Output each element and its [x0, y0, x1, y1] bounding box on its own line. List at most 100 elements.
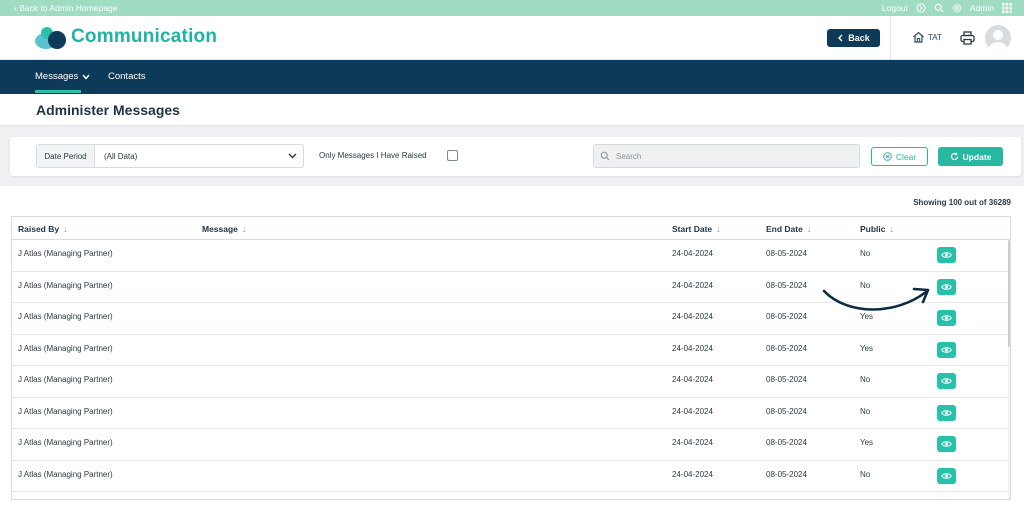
- view-message-button[interactable]: [937, 373, 956, 389]
- column-header-start-date[interactable]: Start Date ↓: [672, 224, 721, 234]
- chevron-left-icon: [838, 34, 843, 42]
- nav-item-contacts[interactable]: Contacts: [108, 71, 146, 82]
- top-bar: ‹ Back to Admin Homepage Logout Admin: [0, 0, 1024, 16]
- cell-public: Yes: [860, 343, 874, 353]
- view-message-button[interactable]: [937, 341, 956, 358]
- cell-start-date: 24-04-2024: [672, 375, 713, 384]
- top-bar-actions: Logout Admin: [882, 3, 1012, 13]
- table-row[interactable]: J Atlas (Managing Partner) 24-04-2024 08-0…: [12, 366, 1008, 398]
- page-title-bar: Administer Messages: [0, 94, 1024, 126]
- home-link[interactable]: TAT: [912, 31, 942, 43]
- eye-icon: [941, 409, 952, 416]
- logout-icon[interactable]: [916, 3, 926, 13]
- cell-raised-by: J Atlas (Managing Partner): [18, 312, 113, 321]
- sort-arrow-icon: ↓: [889, 224, 895, 234]
- cell-raised-by: J Atlas (Managing Partner): [18, 343, 113, 353]
- column-header-raised-by[interactable]: Raised By ↓: [18, 224, 68, 234]
- search-box[interactable]: [593, 144, 860, 168]
- app-header: Communication Back TAT: [0, 16, 1024, 60]
- table-row[interactable]: J Atlas (Managing Partner) 24-04-2024 08-0…: [12, 303, 1008, 335]
- printer-icon[interactable]: [960, 31, 975, 50]
- scrollbar-thumb[interactable]: [1008, 240, 1010, 347]
- cell-end-date: 08-05-2024: [766, 343, 807, 353]
- view-message-button[interactable]: [937, 467, 956, 484]
- nav-active-indicator: [35, 90, 81, 93]
- gear-icon[interactable]: [952, 3, 962, 13]
- table-row[interactable]: J Atlas (Managing Partner) 24-04-2024 08-0…: [12, 429, 1008, 461]
- clear-button-label: Clear: [895, 151, 917, 162]
- search-input[interactable]: [616, 151, 836, 161]
- update-button[interactable]: Update: [938, 147, 1003, 166]
- view-message-button[interactable]: [937, 499, 956, 500]
- cell-raised-by: J Atlas (Managing Partner): [18, 406, 113, 416]
- messages-table: Raised By ↓ Message ↓ Start Date ↓ End Date…: [11, 216, 1011, 500]
- filter-card: Date Period (All Data) Only Messages I H…: [10, 137, 1021, 176]
- view-message-button[interactable]: [937, 278, 956, 295]
- cell-end-date: 08-05-2024: [766, 280, 807, 290]
- table-row[interactable]: J Atlas (Managing Partner) 24-04-2024 08-0…: [12, 272, 1008, 303]
- cell-start-date: 24-04-2024: [672, 438, 713, 447]
- date-period-select[interactable]: Date Period (All Data): [36, 144, 304, 168]
- cell-start-date: 24-04-2024: [672, 249, 713, 258]
- cell-end-date: 08-05-2024: [766, 406, 807, 416]
- cell-public: Yes: [860, 312, 874, 321]
- cell-start-date: 24-04-2024: [672, 406, 713, 416]
- grid-icon[interactable]: [1002, 3, 1012, 13]
- update-button-label: Update: [962, 151, 992, 162]
- table-row[interactable]: J Atlas (Managing Partner) 24-04-2024 08-0…: [12, 335, 1008, 366]
- results-count: Showing 100 out of 36289: [913, 198, 1011, 207]
- eye-icon: [941, 252, 952, 258]
- date-period-value: (All Data): [104, 151, 138, 161]
- date-period-dropdown[interactable]: (All Data): [95, 145, 303, 167]
- eye-icon: [941, 346, 952, 353]
- view-message-button[interactable]: [937, 247, 956, 263]
- avatar[interactable]: [985, 25, 1011, 51]
- sort-arrow-icon: ↓: [716, 224, 721, 234]
- app-title: Communication: [71, 26, 218, 47]
- search-icon: [600, 151, 610, 161]
- user-name[interactable]: Admin: [970, 3, 994, 13]
- eye-icon: [941, 315, 952, 321]
- cell-end-date: 08-05-2024: [766, 375, 807, 384]
- back-to-admin-link[interactable]: ‹ Back to Admin Homepage: [14, 3, 117, 13]
- eye-icon: [941, 441, 952, 447]
- cell-raised-by: J Atlas (Managing Partner): [18, 280, 113, 290]
- eye-icon: [941, 472, 952, 479]
- cell-public: No: [860, 280, 871, 290]
- nav-item-messages[interactable]: Messages: [35, 71, 90, 82]
- back-button-label: Back: [848, 33, 870, 43]
- home-label: TAT: [928, 32, 942, 42]
- column-header-end-date[interactable]: End Date ↓: [766, 224, 811, 234]
- sort-arrow-icon: ↓: [806, 224, 812, 234]
- cell-public: No: [860, 249, 871, 258]
- cell-raised-by: J Atlas (Managing Partner): [18, 249, 113, 258]
- column-header-message[interactable]: Message ↓: [202, 224, 246, 234]
- column-header-public[interactable]: Public ↓: [860, 224, 894, 234]
- cell-public: No: [860, 469, 871, 479]
- refresh-icon: [950, 152, 958, 161]
- chevron-down-icon: [82, 74, 90, 80]
- table-row[interactable]: J Atlas (Managing Partner) 24-04-2024 08-0…: [12, 461, 1008, 492]
- table-row[interactable]: J Atlas (Managing Partner) 24-04-2024 08-0…: [12, 398, 1008, 429]
- search-icon[interactable]: [934, 3, 944, 13]
- eye-icon: [941, 378, 952, 384]
- cell-end-date: 08-05-2024: [766, 469, 807, 479]
- only-mine-checkbox[interactable]: [447, 150, 458, 161]
- table-row[interactable]: J Atlas (Managing Partner) 24-04-2024 08-0…: [12, 240, 1008, 272]
- clear-icon: [883, 152, 892, 161]
- header-divider: [890, 16, 891, 60]
- only-mine-label: Only Messages I Have Raised: [319, 151, 427, 160]
- back-button[interactable]: Back: [827, 29, 880, 47]
- cell-public: No: [860, 375, 871, 384]
- view-message-button[interactable]: [937, 404, 956, 421]
- clear-button[interactable]: Clear: [871, 147, 928, 166]
- cell-end-date: 08-05-2024: [766, 312, 807, 321]
- view-message-button[interactable]: [937, 436, 956, 452]
- table-scrollbar[interactable]: [1008, 240, 1010, 499]
- view-message-button[interactable]: [937, 310, 956, 326]
- sort-arrow-icon: ↓: [241, 224, 247, 234]
- date-period-label: Date Period: [37, 145, 95, 167]
- logout-link[interactable]: Logout: [882, 3, 908, 13]
- cell-public: No: [860, 406, 871, 416]
- chevron-down-icon: [288, 153, 297, 159]
